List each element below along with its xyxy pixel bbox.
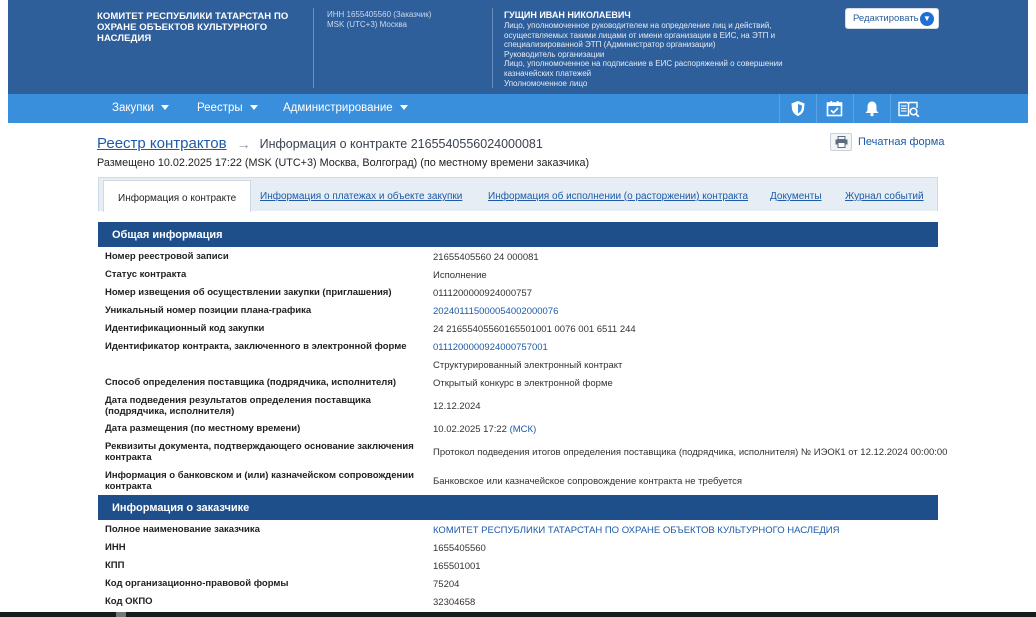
window-edge-left	[0, 0, 8, 617]
tab-payments[interactable]: Информация о платежах и объекте закупки	[260, 178, 462, 212]
arrow-right-icon: →	[236, 135, 251, 152]
registry-number: 21655405560 24 000081	[433, 252, 539, 263]
edit-profile-button[interactable]: Редактировать ▼	[845, 8, 939, 29]
posting-date-value: 10.02.2025 17:22	[433, 424, 507, 435]
field-label: Реквизиты документа, подтверждающего осн…	[105, 441, 414, 463]
user-role: Лицо, уполномоченное руководителем на оп…	[504, 21, 776, 50]
field-label: Информация о банковском и (или) казначей…	[105, 470, 414, 492]
nav-label: Реестры	[197, 102, 243, 114]
caret-down-icon	[249, 105, 258, 111]
printer-icon	[830, 133, 852, 151]
page: КОМИТЕТ РЕСПУБЛИКИ ТАТАРСТАН ПО ОХРАНЕ О…	[8, 0, 1028, 617]
results-date: 12.12.2024	[433, 401, 481, 412]
shield-icon[interactable]	[779, 94, 815, 123]
field-label: Код ОКПО	[105, 596, 153, 607]
customer-okpo: 32304658	[433, 597, 476, 608]
user-role: Уполномоченное лицо	[504, 78, 588, 88]
edit-button-label: Редактировать	[853, 13, 919, 24]
field-label: Уникальный номер позиции плана-графика	[105, 305, 312, 316]
tab-event-log[interactable]: Журнал событий	[845, 178, 924, 212]
bell-icon[interactable]	[853, 94, 889, 123]
caret-down-icon	[160, 105, 169, 111]
posted-info: Размещено 10.02.2025 17:22 (MSK (UTC+3) …	[97, 157, 590, 169]
section-general-info: Общая информация	[98, 222, 938, 247]
field-label: Номер реестровой записи	[105, 251, 229, 262]
caret-down-icon	[399, 105, 408, 111]
customer-inn: 1655405560	[433, 543, 486, 554]
tab-documents[interactable]: Документы	[770, 178, 822, 212]
user-role: Руководитель организации	[504, 49, 605, 59]
electronic-contract-type: Структурированный электронный контракт	[433, 360, 623, 371]
chevron-down-icon: ▼	[920, 12, 934, 26]
nav-item-registries[interactable]: Реестры	[197, 94, 258, 123]
posting-date: 10.02.2025 17:22 (МСК)	[433, 424, 536, 435]
supplier-method: Открытый конкурс в электронной форме	[433, 378, 613, 389]
field-label: Код организационно-правовой формы	[105, 578, 289, 589]
customer-kpp: 165501001	[433, 561, 481, 572]
field-label: КПП	[105, 560, 125, 571]
page-title: Информация о контракте 21655405560240000…	[259, 136, 543, 151]
nav-label: Администрирование	[283, 102, 393, 114]
electronic-contract-link[interactable]: 0111200000924000757001	[433, 342, 548, 353]
breadcrumb-root-link[interactable]: Реестр контрактов	[97, 135, 227, 152]
scrollbar-thumb[interactable]	[116, 612, 126, 617]
book-search-icon[interactable]	[890, 94, 926, 123]
header-divider	[492, 8, 493, 88]
nav-item-administration[interactable]: Администрирование	[283, 94, 408, 123]
org-details: ИНН 1655405560 (Заказчик) MSK (UTC+3) Мо…	[327, 10, 431, 30]
horizontal-scrollbar[interactable]	[0, 612, 1036, 617]
window-edge-right	[1028, 0, 1036, 617]
nav-item-purchases[interactable]: Закупки	[112, 94, 169, 123]
user-name: ГУЩИН ИВАН НИКОЛАЕВИЧ	[504, 10, 631, 20]
main-nav: Закупки Реестры Администрирование	[8, 94, 1028, 123]
field-label: Статус контракта	[105, 269, 187, 280]
user-role: Лицо, уполномоченное на подписание в ЕИС…	[504, 59, 783, 78]
user-block: ГУЩИН ИВАН НИКОЛАЕВИЧ Лицо, уполномоченн…	[504, 10, 814, 88]
print-form-label: Печатная форма	[858, 136, 945, 148]
timezone-line: MSK (UTC+3) Москва	[327, 20, 407, 29]
notice-number: 0111200000924000757	[433, 288, 532, 299]
inn-line: ИНН 1655405560 (Заказчик)	[327, 10, 432, 19]
plan-position-link[interactable]: 202401115000054002000076	[433, 306, 558, 317]
nav-label: Закупки	[112, 102, 154, 114]
timezone-link[interactable]: (МСК)	[510, 424, 537, 435]
basis-document: Протокол подведения итогов определения п…	[433, 447, 948, 458]
breadcrumb: Реестр контрактов → Информация о контрак…	[97, 135, 543, 152]
field-label: ИНН	[105, 542, 126, 553]
org-name: КОМИТЕТ РЕСПУБЛИКИ ТАТАРСТАН ПО ОХРАНЕ О…	[97, 11, 289, 44]
customer-okopf: 75204	[433, 579, 460, 590]
tab-bar: Информация о контракте Информация о плат…	[98, 177, 938, 212]
top-header: КОМИТЕТ РЕСПУБЛИКИ ТАТАРСТАН ПО ОХРАНЕ О…	[8, 0, 1028, 94]
customer-name-link[interactable]: КОМИТЕТ РЕСПУБЛИКИ ТАТАРСТАН ПО ОХРАНЕ О…	[433, 525, 839, 536]
purchase-id-code: 24 21655405560165501001 0076 001 6511 24…	[433, 324, 636, 335]
field-label: Дата размещения (по местному времени)	[105, 423, 301, 434]
field-label: Номер извещения об осуществлении закупки…	[105, 287, 392, 298]
contract-status: Исполнение	[433, 270, 487, 281]
bank-support-info: Банковское или казначейское сопровождени…	[433, 476, 742, 487]
calendar-check-icon[interactable]	[816, 94, 852, 123]
field-label: Способ определения поставщика (подрядчик…	[105, 377, 397, 388]
field-label: Идентификационный код закупки	[105, 323, 265, 334]
field-label: Идентификатор контракта, заключенного в …	[105, 341, 407, 352]
tab-contract-info[interactable]: Информация о контракте	[103, 180, 252, 212]
field-label: Полное наименование заказчика	[105, 524, 260, 535]
section-customer-info: Информация о заказчике	[98, 495, 938, 520]
field-label: Дата подведения результатов определения …	[105, 395, 371, 417]
tab-execution[interactable]: Информация об исполнении (о расторжении)…	[488, 178, 748, 212]
header-divider	[313, 8, 314, 88]
print-form-link[interactable]: Печатная форма	[830, 133, 944, 151]
